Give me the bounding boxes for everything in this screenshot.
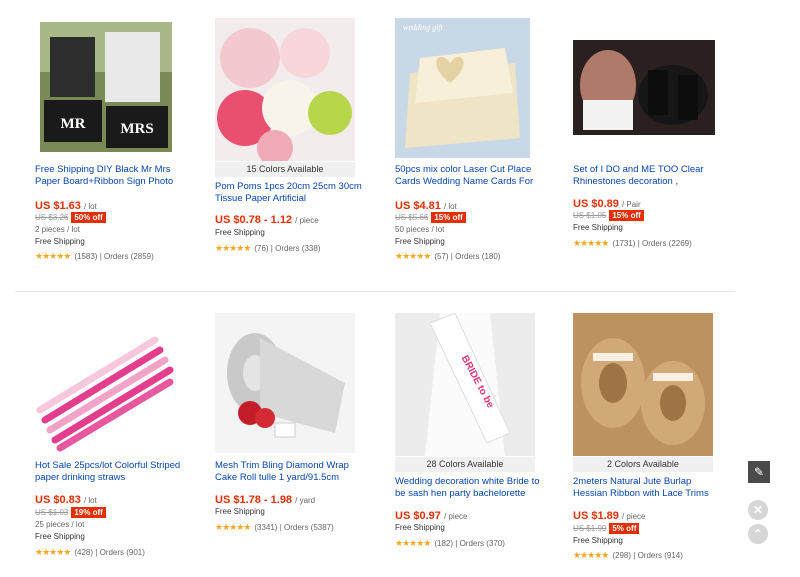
original-price: US $3.26 50% off xyxy=(35,212,106,223)
orders-link[interactable]: Orders (5387) xyxy=(284,523,334,532)
original-price: US $1.99 5% off xyxy=(573,523,640,534)
mr-mrs-sign-photo: MR MRS xyxy=(40,22,172,152)
min-order: 50 pieces / lot xyxy=(395,225,445,234)
svg-text:MR: MR xyxy=(61,116,86,132)
orders-link[interactable]: Orders (370) xyxy=(460,539,505,548)
product-price: US $0.97 / piece xyxy=(395,510,468,522)
product-image[interactable] xyxy=(215,18,355,161)
star-rating-icon: ★★★★★ xyxy=(215,243,251,253)
min-order: 25 pieces / lot xyxy=(35,520,85,529)
product-image[interactable] xyxy=(573,40,715,135)
close-icon[interactable]: ✕ xyxy=(748,500,768,520)
discount-badge: 15% off xyxy=(609,210,644,221)
burlap-ribbon-photo xyxy=(573,313,713,456)
orders-link[interactable]: Orders (180) xyxy=(455,252,500,261)
star-rating-icon: ★★★★★ xyxy=(215,522,251,532)
orders-link[interactable]: Orders (2269) xyxy=(642,239,692,248)
rating-row: ★★★★★ (3341) | Orders (5387) xyxy=(215,522,334,532)
rating-row: ★★★★★ (1583) | Orders (2859) xyxy=(35,251,154,261)
star-rating-icon: ★★★★★ xyxy=(35,251,71,261)
orders-link[interactable]: Orders (914) xyxy=(638,551,683,560)
product-price: US $0.83 / lot xyxy=(35,494,97,506)
orders-link[interactable]: Orders (901) xyxy=(100,548,145,557)
reviews-link[interactable]: (428) xyxy=(74,548,93,557)
product-title[interactable]: 50pcs mix color Laser Cut Place Cards We… xyxy=(395,164,545,188)
product-image[interactable]: wedding gift xyxy=(395,18,530,158)
colors-available: 15 Colors Available xyxy=(215,162,355,177)
shipping-label: Free Shipping xyxy=(573,223,623,232)
rating-row: ★★★★★ (1731) | Orders (2269) xyxy=(573,238,692,248)
diamond-mesh-roll-photo xyxy=(215,313,355,453)
pencil-icon[interactable]: ✎ xyxy=(748,461,770,483)
tissue-pom-poms-photo xyxy=(215,18,355,161)
product-title[interactable]: Wedding decoration white Bride to be sas… xyxy=(395,476,545,500)
reviews-link[interactable]: (298) xyxy=(612,551,631,560)
rating-row: ★★★★★ (76) | Orders (338) xyxy=(215,243,321,253)
discount-badge: 19% off xyxy=(71,507,106,518)
product-title[interactable]: Hot Sale 25pcs/lot Colorful Striped pape… xyxy=(35,460,185,484)
product-title[interactable]: Mesh Trim Bling Diamond Wrap Cake Roll t… xyxy=(215,460,365,484)
product-title[interactable]: 2meters Natural Jute Burlap Hessian Ribb… xyxy=(573,476,723,500)
product-price: US $1.78 - 1.98 / yard xyxy=(215,494,316,506)
reviews-link[interactable]: (3341) xyxy=(254,523,277,532)
colors-available: 28 Colors Available xyxy=(395,457,535,472)
original-price: US $1.05 15% off xyxy=(573,210,644,221)
product-price: US $1.89 / piece xyxy=(573,510,646,522)
star-rating-icon: ★★★★★ xyxy=(573,550,609,560)
product-title[interactable]: Free Shipping DIY Black Mr Mrs Paper Boa… xyxy=(35,164,185,188)
star-rating-icon: ★★★★★ xyxy=(395,538,431,548)
i-do-shoes-photo xyxy=(573,40,715,135)
product-image[interactable]: MR MRS xyxy=(40,22,172,152)
reviews-link[interactable]: (76) xyxy=(254,244,268,253)
rating-row: ★★★★★ (182) | Orders (370) xyxy=(395,538,505,548)
discount-badge: 15% off xyxy=(431,212,466,223)
reviews-link[interactable]: (182) xyxy=(434,539,453,548)
chevron-up-icon[interactable]: ⌃ xyxy=(748,524,768,544)
product-image[interactable] xyxy=(573,313,713,456)
star-rating-icon: ★★★★★ xyxy=(395,251,431,261)
star-rating-icon: ★★★★★ xyxy=(35,547,71,557)
original-price: US $5.66 15% off xyxy=(395,212,466,223)
laser-cut-place-cards-photo: wedding gift xyxy=(395,18,530,158)
original-price: US $1.03 19% off xyxy=(35,507,106,518)
shipping-label: Free Shipping xyxy=(35,532,85,541)
reviews-link[interactable]: (1731) xyxy=(612,239,635,248)
orders-link[interactable]: Orders (2859) xyxy=(104,252,154,261)
striped-straws-photo xyxy=(35,310,175,455)
shipping-label: Free Shipping xyxy=(215,507,265,516)
colors-available: 2 Colors Available xyxy=(573,457,713,472)
product-price: US $0.89 / Pair xyxy=(573,198,641,210)
product-title[interactable]: Pom Poms 1pcs 20cm 25cm 30cm Tissue Pape… xyxy=(215,181,365,205)
bride-sash-photo: BRIDE to be xyxy=(395,313,535,456)
product-price: US $1.63 / lot xyxy=(35,200,97,212)
discount-badge: 5% off xyxy=(609,523,640,534)
reviews-link[interactable]: (57) xyxy=(434,252,448,261)
product-price: US $4.81 / lot xyxy=(395,200,457,212)
rating-row: ★★★★★ (298) | Orders (914) xyxy=(573,550,683,560)
shipping-label: Free Shipping xyxy=(35,237,85,246)
product-price: US $0.78 - 1.12 / piece xyxy=(215,214,319,226)
shipping-label: Free Shipping xyxy=(395,523,445,532)
star-rating-icon: ★★★★★ xyxy=(573,238,609,248)
product-image[interactable]: BRIDE to be xyxy=(395,313,535,456)
product-title[interactable]: Set of I DO and ME TOO Clear Rhinestones… xyxy=(573,164,723,188)
product-image[interactable] xyxy=(35,310,175,455)
rating-row: ★★★★★ (57) | Orders (180) xyxy=(395,251,501,261)
svg-text:wedding gift: wedding gift xyxy=(403,23,444,32)
min-order: 2 pieces / lot xyxy=(35,225,80,234)
rating-row: ★★★★★ (428) | Orders (901) xyxy=(35,547,145,557)
product-image[interactable] xyxy=(215,313,355,453)
svg-text:MRS: MRS xyxy=(120,121,153,137)
shipping-label: Free Shipping xyxy=(395,237,445,246)
row-divider xyxy=(15,291,735,292)
reviews-link[interactable]: (1583) xyxy=(74,252,97,261)
shipping-label: Free Shipping xyxy=(215,228,265,237)
orders-link[interactable]: Orders (338) xyxy=(275,244,320,253)
shipping-label: Free Shipping xyxy=(573,536,623,545)
discount-badge: 50% off xyxy=(71,212,106,223)
